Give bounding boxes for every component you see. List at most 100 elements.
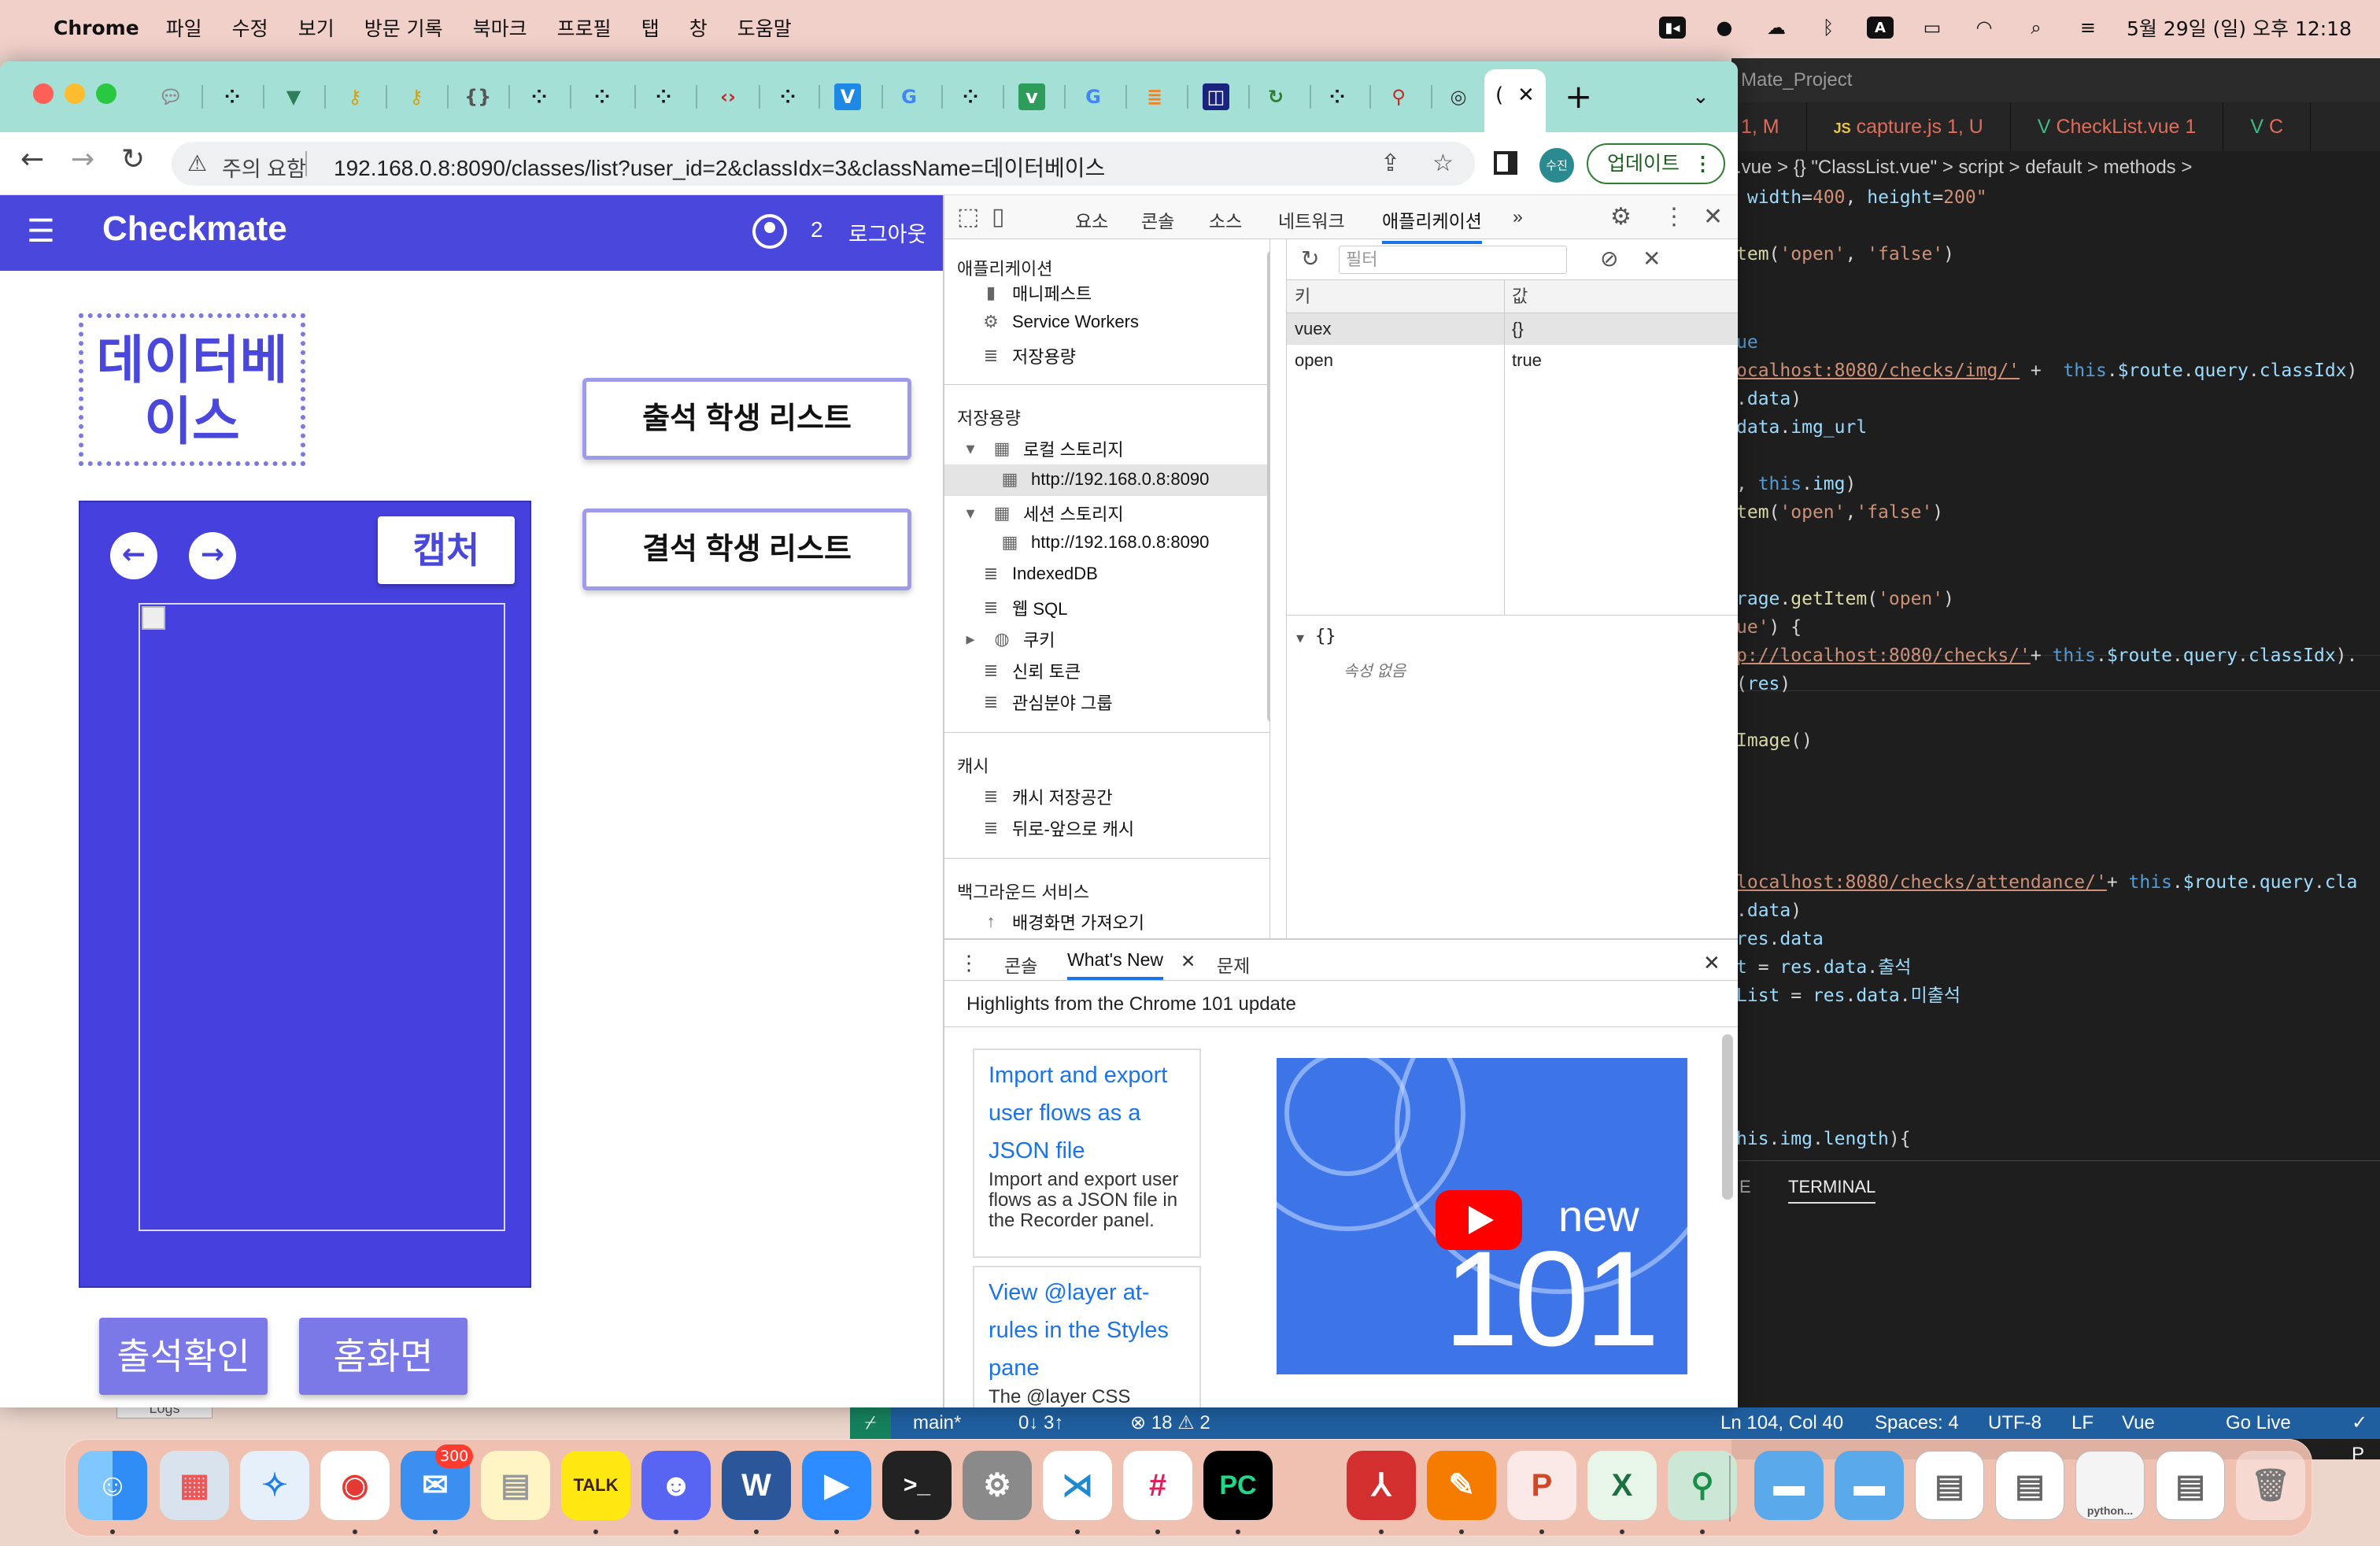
column-header-key[interactable]: 키	[1287, 280, 1504, 313]
tab-search-chevron-icon[interactable]: ⌄	[1692, 85, 1709, 109]
close-whats-new-icon[interactable]: ✕	[1181, 951, 1196, 972]
figure-tab-icon[interactable]: ⚲	[1385, 83, 1412, 110]
refresh-icon[interactable]: ↻	[1301, 246, 1319, 272]
sourcetree-icon[interactable]: ⚲	[1668, 1451, 1737, 1520]
whats-new-card[interactable]: Import and export user flows as a JSON f…	[973, 1049, 1201, 1258]
stackoverflow-tab-icon[interactable]: ≣	[1141, 83, 1168, 110]
check-attendance-button[interactable]: 출석확인	[99, 1318, 268, 1395]
devtools-menu-icon[interactable]: ⋮	[1662, 203, 1686, 231]
drawer-menu-icon[interactable]: ⋮	[959, 951, 979, 975]
sidebar-item-local-origin[interactable]: ▦ http://192.168.0.8:8090	[1000, 469, 1210, 490]
discord-icon[interactable]: ☻	[641, 1451, 711, 1520]
key-tab-icon[interactable]: ⚷	[342, 83, 368, 110]
notion-tab-icon[interactable]: ⁘	[774, 83, 801, 110]
vscode-tab[interactable]: 1, M	[1731, 102, 1807, 151]
launchpad-icon[interactable]: ▦	[160, 1451, 229, 1520]
close-tab-icon[interactable]: ✕	[1517, 69, 1535, 121]
drawer-tab-whats-new[interactable]: What's New	[1067, 949, 1163, 980]
folder-icon[interactable]: ▬	[1835, 1451, 1904, 1520]
user-account-icon[interactable]	[752, 214, 787, 249]
line-ending[interactable]: LF	[2071, 1407, 2094, 1439]
table-row[interactable]: vuex {}	[1287, 313, 1738, 345]
devtools-tab-console[interactable]: 콘솔	[1141, 206, 1174, 233]
absent-list-button[interactable]: 결석 학생 리스트	[582, 509, 911, 590]
kakaotalk-icon[interactable]: TALK	[561, 1451, 630, 1520]
word-icon[interactable]: W	[722, 1451, 791, 1520]
back-button[interactable]: ←	[20, 143, 44, 176]
sidebar-item-indexeddb[interactable]: ≣ IndexedDB	[981, 564, 1098, 584]
language-mode[interactable]: Vue	[2122, 1407, 2155, 1439]
reload-button[interactable]: ↻	[121, 143, 145, 176]
expanded-triangle-icon[interactable]: ▾	[960, 438, 981, 459]
control-center-icon[interactable]: ≡	[2075, 17, 2101, 39]
column-header-value[interactable]: 값	[1504, 280, 1738, 313]
zoom-icon[interactable]: ▶	[802, 1451, 871, 1520]
chat-tab-icon[interactable]: 💬︎	[157, 83, 184, 110]
devtools-tab-elements[interactable]: 요소	[1075, 206, 1108, 233]
delete-selected-icon[interactable]: ✕	[1643, 246, 1661, 272]
velog-tab-icon[interactable]: V	[834, 83, 861, 110]
code-editor[interactable]: width=400, height=200" tem('open', 'fals…	[1731, 184, 2380, 1160]
spotlight-icon[interactable]: ⌕	[2023, 17, 2049, 39]
menu-file[interactable]: 파일	[166, 13, 202, 42]
indentation[interactable]: Spaces: 4	[1875, 1407, 1959, 1439]
collapsed-triangle-icon[interactable]: ▸	[960, 629, 981, 649]
menu-edit[interactable]: 수정	[232, 13, 268, 42]
vscode-breadcrumb[interactable]: .vue > {} "ClassList.vue" > script > def…	[1731, 151, 2380, 184]
vscode-tab-capture[interactable]: JS capture.js 1, U	[1807, 102, 2011, 151]
notion-tab-icon[interactable]: ⁘	[589, 83, 615, 110]
document-thumbnail-icon[interactable]: ▤	[1915, 1451, 1984, 1520]
active-tab[interactable]: ( ✕	[1484, 69, 1546, 132]
excel-icon[interactable]: X	[1587, 1451, 1657, 1520]
zoom-window-button[interactable]	[96, 83, 116, 104]
key-tab-icon[interactable]: ⚷	[403, 83, 430, 110]
remote-indicator-icon[interactable]: ⌿	[850, 1407, 891, 1439]
google-tab-icon[interactable]: G	[896, 83, 922, 110]
sidebar-item-trust-tokens[interactable]: ≣ 신뢰 토큰	[981, 658, 1081, 683]
kakao-icon[interactable]: ●	[1711, 17, 1738, 39]
menu-bookmarks[interactable]: 북마크	[473, 13, 527, 42]
inspect-element-icon[interactable]: ⬚	[957, 203, 979, 231]
menu-profiles[interactable]: 프로필	[557, 13, 612, 42]
sidebar-item-manifest[interactable]: ▮ 매니페스트	[981, 280, 1092, 305]
whats-new-video-thumbnail[interactable]: new 101	[1277, 1058, 1687, 1374]
share-icon[interactable]: ⇪	[1380, 150, 1400, 177]
menu-history[interactable]: 방문 기록	[364, 13, 443, 42]
minimize-window-button[interactable]	[65, 83, 85, 104]
expanded-triangle-icon[interactable]: ▾	[1296, 628, 1304, 648]
app-brand[interactable]: Checkmate	[102, 209, 287, 249]
filter-input[interactable]: 필터	[1339, 246, 1567, 274]
google-tab-icon[interactable]: G	[1080, 83, 1107, 110]
whats-new-card[interactable]: View @layer at-rules in the Styles pane …	[973, 1266, 1201, 1407]
json-tab-icon[interactable]: {}	[464, 83, 491, 110]
notion-tab-icon[interactable]: ⁘	[1324, 83, 1351, 110]
url-text[interactable]: 192.168.0.8:8090/classes/list?user_id=2&…	[334, 151, 1105, 183]
forward-button[interactable]: →	[71, 143, 94, 176]
card-link[interactable]: Import and export user flows as a JSON f…	[989, 1056, 1185, 1170]
bluetooth-icon[interactable]: ᛒ	[1815, 17, 1842, 39]
logout-link[interactable]: 로그아웃	[848, 217, 926, 248]
cursor-position[interactable]: Ln 104, Col 40	[1720, 1407, 1843, 1439]
prev-arrow-button[interactable]: ←	[110, 532, 157, 579]
powerpoint-icon[interactable]: P	[1507, 1451, 1576, 1520]
security-label[interactable]: 주의 요함	[222, 152, 306, 183]
panel-tab-partial[interactable]: E	[1739, 1177, 1751, 1197]
panel-tab-terminal[interactable]: TERMINAL	[1788, 1177, 1876, 1204]
slack-icon[interactable]: #	[1123, 1451, 1192, 1520]
attend-list-button[interactable]: 출석 학생 리스트	[582, 378, 911, 460]
settings-gear-icon[interactable]: ⚙	[1610, 203, 1632, 231]
notes-icon[interactable]: ▤	[481, 1451, 550, 1520]
sidebar-item-storage[interactable]: ≣ 저장용량	[981, 343, 1076, 368]
menu-window[interactable]: 창	[689, 13, 708, 42]
devtools-tab-application[interactable]: 애플리케이션	[1382, 206, 1482, 244]
sidebar-item-bfcache[interactable]: ≣ 뒤로-앞으로 캐시	[981, 816, 1134, 841]
clear-all-icon[interactable]: ⊘	[1600, 246, 1618, 272]
notion-tab-icon[interactable]: ⁘	[957, 83, 984, 110]
encoding[interactable]: UTF-8	[1988, 1407, 2042, 1439]
menubar-clock[interactable]: 5월 29일 (일) 오후 12:18	[2127, 13, 2352, 42]
side-panel-icon[interactable]	[1494, 151, 1517, 175]
bookmark-star-icon[interactable]: ☆	[1432, 150, 1454, 177]
close-drawer-icon[interactable]: ✕	[1703, 951, 1720, 975]
update-button[interactable]: 업데이트 ⋮	[1587, 143, 1725, 184]
input-source-icon[interactable]: A	[1866, 17, 1894, 39]
